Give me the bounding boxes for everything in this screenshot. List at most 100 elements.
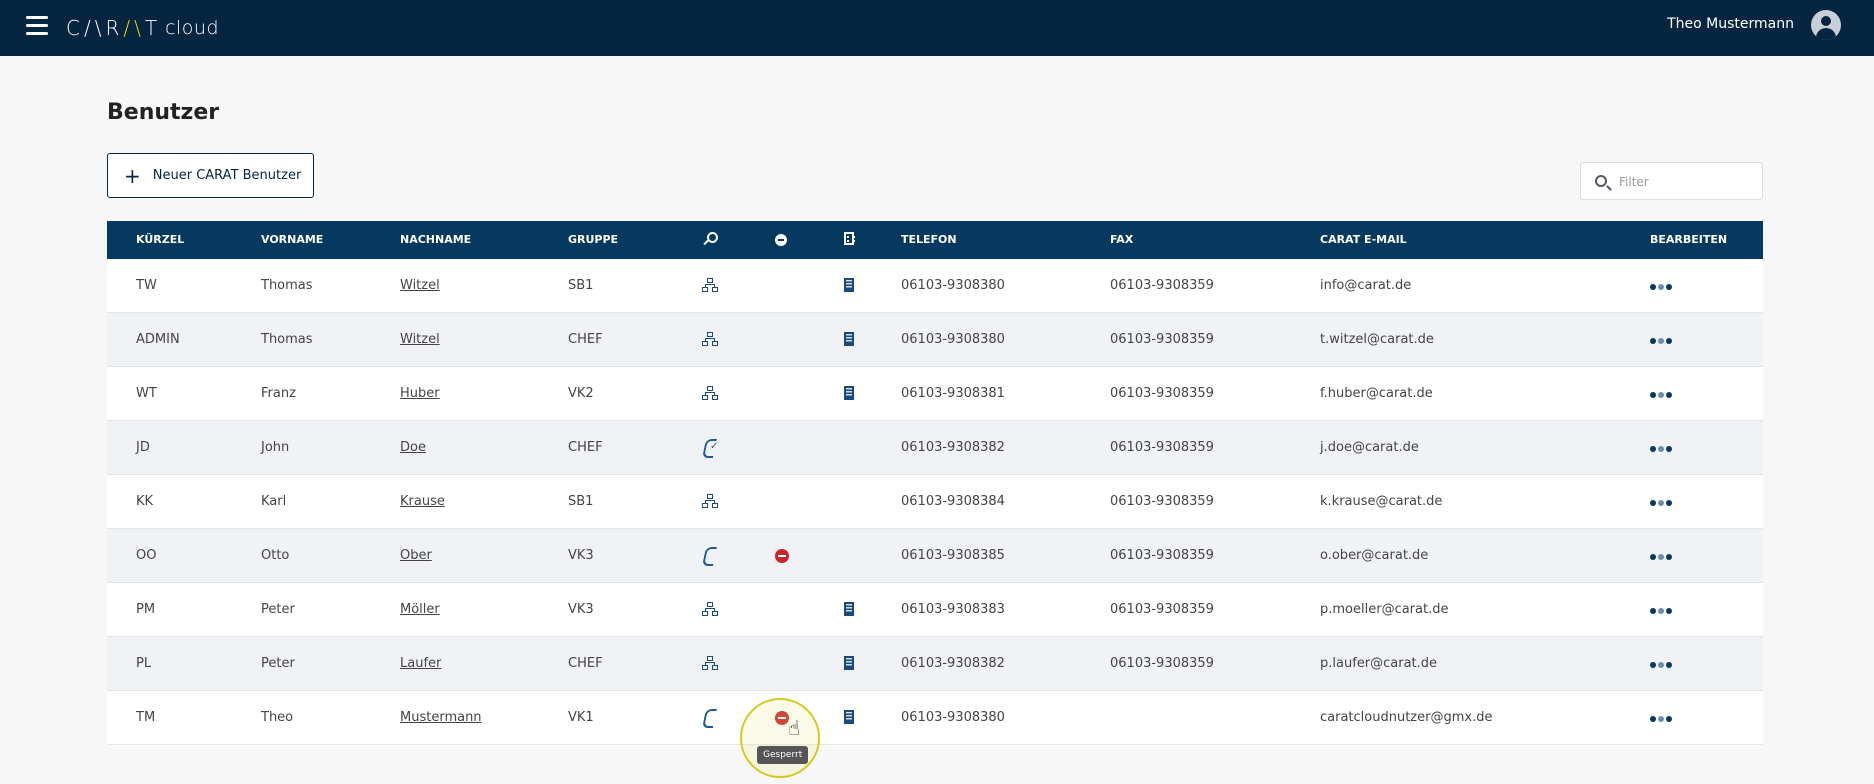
nachname-link[interactable]: Möller	[400, 602, 440, 617]
table-body: TW Thomas Witzel SB1 06103-9308380 06103…	[107, 259, 1763, 745]
phone-check-icon[interactable]	[702, 440, 718, 458]
table-row[interactable]: KK Karl Krause SB1 06103-9308384 06103-9…	[107, 475, 1763, 529]
header-bearbeiten: BEARBEITEN	[1650, 233, 1728, 246]
more-options-icon[interactable]	[1650, 500, 1672, 506]
cell-vorname: John	[261, 440, 290, 455]
nachname-link[interactable]: Laufer	[400, 656, 441, 671]
cell-kuerzel: WT	[136, 386, 157, 401]
branch-icon[interactable]	[844, 386, 854, 400]
more-options-icon[interactable]	[1650, 716, 1672, 722]
more-options-icon[interactable]	[1650, 608, 1672, 614]
new-user-button[interactable]: + Neuer CARAT Benutzer	[107, 153, 314, 198]
branch-icon[interactable]	[844, 656, 854, 670]
network-icon[interactable]	[702, 656, 718, 670]
more-options-icon[interactable]	[1650, 392, 1672, 398]
table-row[interactable]: TM Theo Mustermann VK1 06103-9308380 car…	[107, 691, 1763, 745]
header-kuerzel[interactable]: KÜRZEL	[136, 233, 184, 246]
nachname-link[interactable]: Mustermann	[400, 710, 482, 725]
cell-fax: 06103-9308359	[1110, 494, 1214, 509]
network-icon[interactable]	[702, 602, 718, 616]
cell-vorname: Thomas	[261, 278, 313, 293]
user-name[interactable]: Theo Mustermann	[1667, 16, 1794, 32]
cell-telefon: 06103-9308384	[901, 494, 1005, 509]
more-options-icon[interactable]	[1650, 446, 1672, 452]
filter-input[interactable]	[1619, 171, 1754, 193]
logo-sub: cloud	[165, 17, 220, 39]
network-icon[interactable]	[702, 386, 718, 400]
network-icon[interactable]	[702, 332, 718, 346]
cell-kuerzel: TM	[136, 710, 156, 725]
table-row[interactable]: PL Peter Laufer CHEF 06103-9308382 06103…	[107, 637, 1763, 691]
branch-icon[interactable]	[844, 278, 854, 292]
table-row[interactable]: WT Franz Huber VK2 06103-9308381 06103-9…	[107, 367, 1763, 421]
header-branch-icon[interactable]	[844, 232, 855, 245]
cell-gruppe: CHEF	[568, 332, 603, 347]
cell-vorname: Franz	[261, 386, 296, 401]
header-gruppe[interactable]: GRUPPE	[568, 233, 618, 246]
cell-kuerzel: TW	[136, 278, 157, 293]
more-options-icon[interactable]	[1650, 338, 1672, 344]
users-table: KÜRZEL VORNAME NACHNAME GRUPPE TELEFON F…	[107, 221, 1763, 745]
cell-nachname: Witzel	[400, 278, 440, 293]
cell-gruppe: CHEF	[568, 440, 603, 455]
cell-nachname: Witzel	[400, 332, 440, 347]
nachname-link[interactable]: Witzel	[400, 278, 440, 293]
nachname-link[interactable]: Witzel	[400, 332, 440, 347]
logo-main: C/\R/\T	[66, 16, 162, 40]
cell-email: f.huber@carat.de	[1320, 386, 1433, 401]
cell-fax: 06103-9308359	[1110, 602, 1214, 617]
cell-telefon: 06103-9308380	[901, 710, 1005, 725]
cell-fax: 06103-9308359	[1110, 656, 1214, 671]
cell-fax: 06103-9308359	[1110, 440, 1214, 455]
network-icon[interactable]	[702, 278, 718, 292]
more-options-icon[interactable]	[1650, 554, 1672, 560]
cell-telefon: 06103-9308381	[901, 386, 1005, 401]
cell-fax: 06103-9308359	[1110, 548, 1214, 563]
filter-field[interactable]	[1580, 162, 1763, 200]
table-row[interactable]: JD John Doe CHEF 06103-9308382 06103-930…	[107, 421, 1763, 475]
branch-icon[interactable]	[844, 332, 854, 346]
blocked-icon[interactable]	[775, 710, 789, 725]
branch-icon[interactable]	[844, 602, 854, 616]
nachname-link[interactable]: Krause	[400, 494, 445, 509]
nachname-link[interactable]: Doe	[400, 440, 426, 455]
cell-vorname: Otto	[261, 548, 290, 563]
cell-email: k.krause@carat.de	[1320, 494, 1443, 509]
search-icon	[1595, 175, 1607, 187]
phone-icon[interactable]	[702, 548, 716, 566]
header-telefon[interactable]: TELEFON	[901, 233, 957, 246]
nachname-link[interactable]: Ober	[400, 548, 432, 563]
table-row[interactable]: OO Otto Ober VK3 06103-9308385 06103-930…	[107, 529, 1763, 583]
header-nachname[interactable]: NACHNAME	[400, 233, 471, 246]
cell-telefon: 06103-9308382	[901, 440, 1005, 455]
branch-icon[interactable]	[844, 710, 854, 724]
cell-kuerzel: KK	[136, 494, 154, 509]
app-logo[interactable]: C/\R/\T cloud	[66, 13, 219, 43]
phone-icon[interactable]	[702, 710, 716, 728]
network-icon[interactable]	[702, 494, 718, 508]
table-row[interactable]: ADMIN Thomas Witzel CHEF 06103-9308380 0…	[107, 313, 1763, 367]
more-options-icon[interactable]	[1650, 284, 1672, 290]
cell-vorname: Peter	[261, 602, 295, 617]
header-vorname[interactable]: VORNAME	[261, 233, 323, 246]
cell-kuerzel: PM	[136, 602, 156, 617]
table-header: KÜRZEL VORNAME NACHNAME GRUPPE TELEFON F…	[107, 221, 1763, 259]
header-blocked-icon[interactable]	[775, 233, 787, 246]
table-row[interactable]: PM Peter Möller VK3 06103-9308383 06103-…	[107, 583, 1763, 637]
header-email[interactable]: CARAT E-MAIL	[1320, 233, 1407, 246]
user-avatar-icon[interactable]	[1811, 10, 1841, 40]
cell-nachname: Ober	[400, 548, 432, 563]
more-options-icon[interactable]	[1650, 662, 1672, 668]
header-fax[interactable]: FAX	[1110, 233, 1133, 246]
cell-email: o.ober@carat.de	[1320, 548, 1429, 563]
cell-kuerzel: ADMIN	[136, 332, 180, 347]
nachname-link[interactable]: Huber	[400, 386, 440, 401]
cell-telefon: 06103-9308382	[901, 656, 1005, 671]
blocked-icon[interactable]	[775, 548, 789, 563]
cell-vorname: Karl	[261, 494, 287, 509]
hamburger-menu-icon[interactable]	[26, 16, 48, 36]
tooltip: Gesperrt	[757, 746, 809, 764]
header-key-icon[interactable]	[702, 232, 718, 246]
cell-email: info@carat.de	[1320, 278, 1412, 293]
table-row[interactable]: TW Thomas Witzel SB1 06103-9308380 06103…	[107, 259, 1763, 313]
